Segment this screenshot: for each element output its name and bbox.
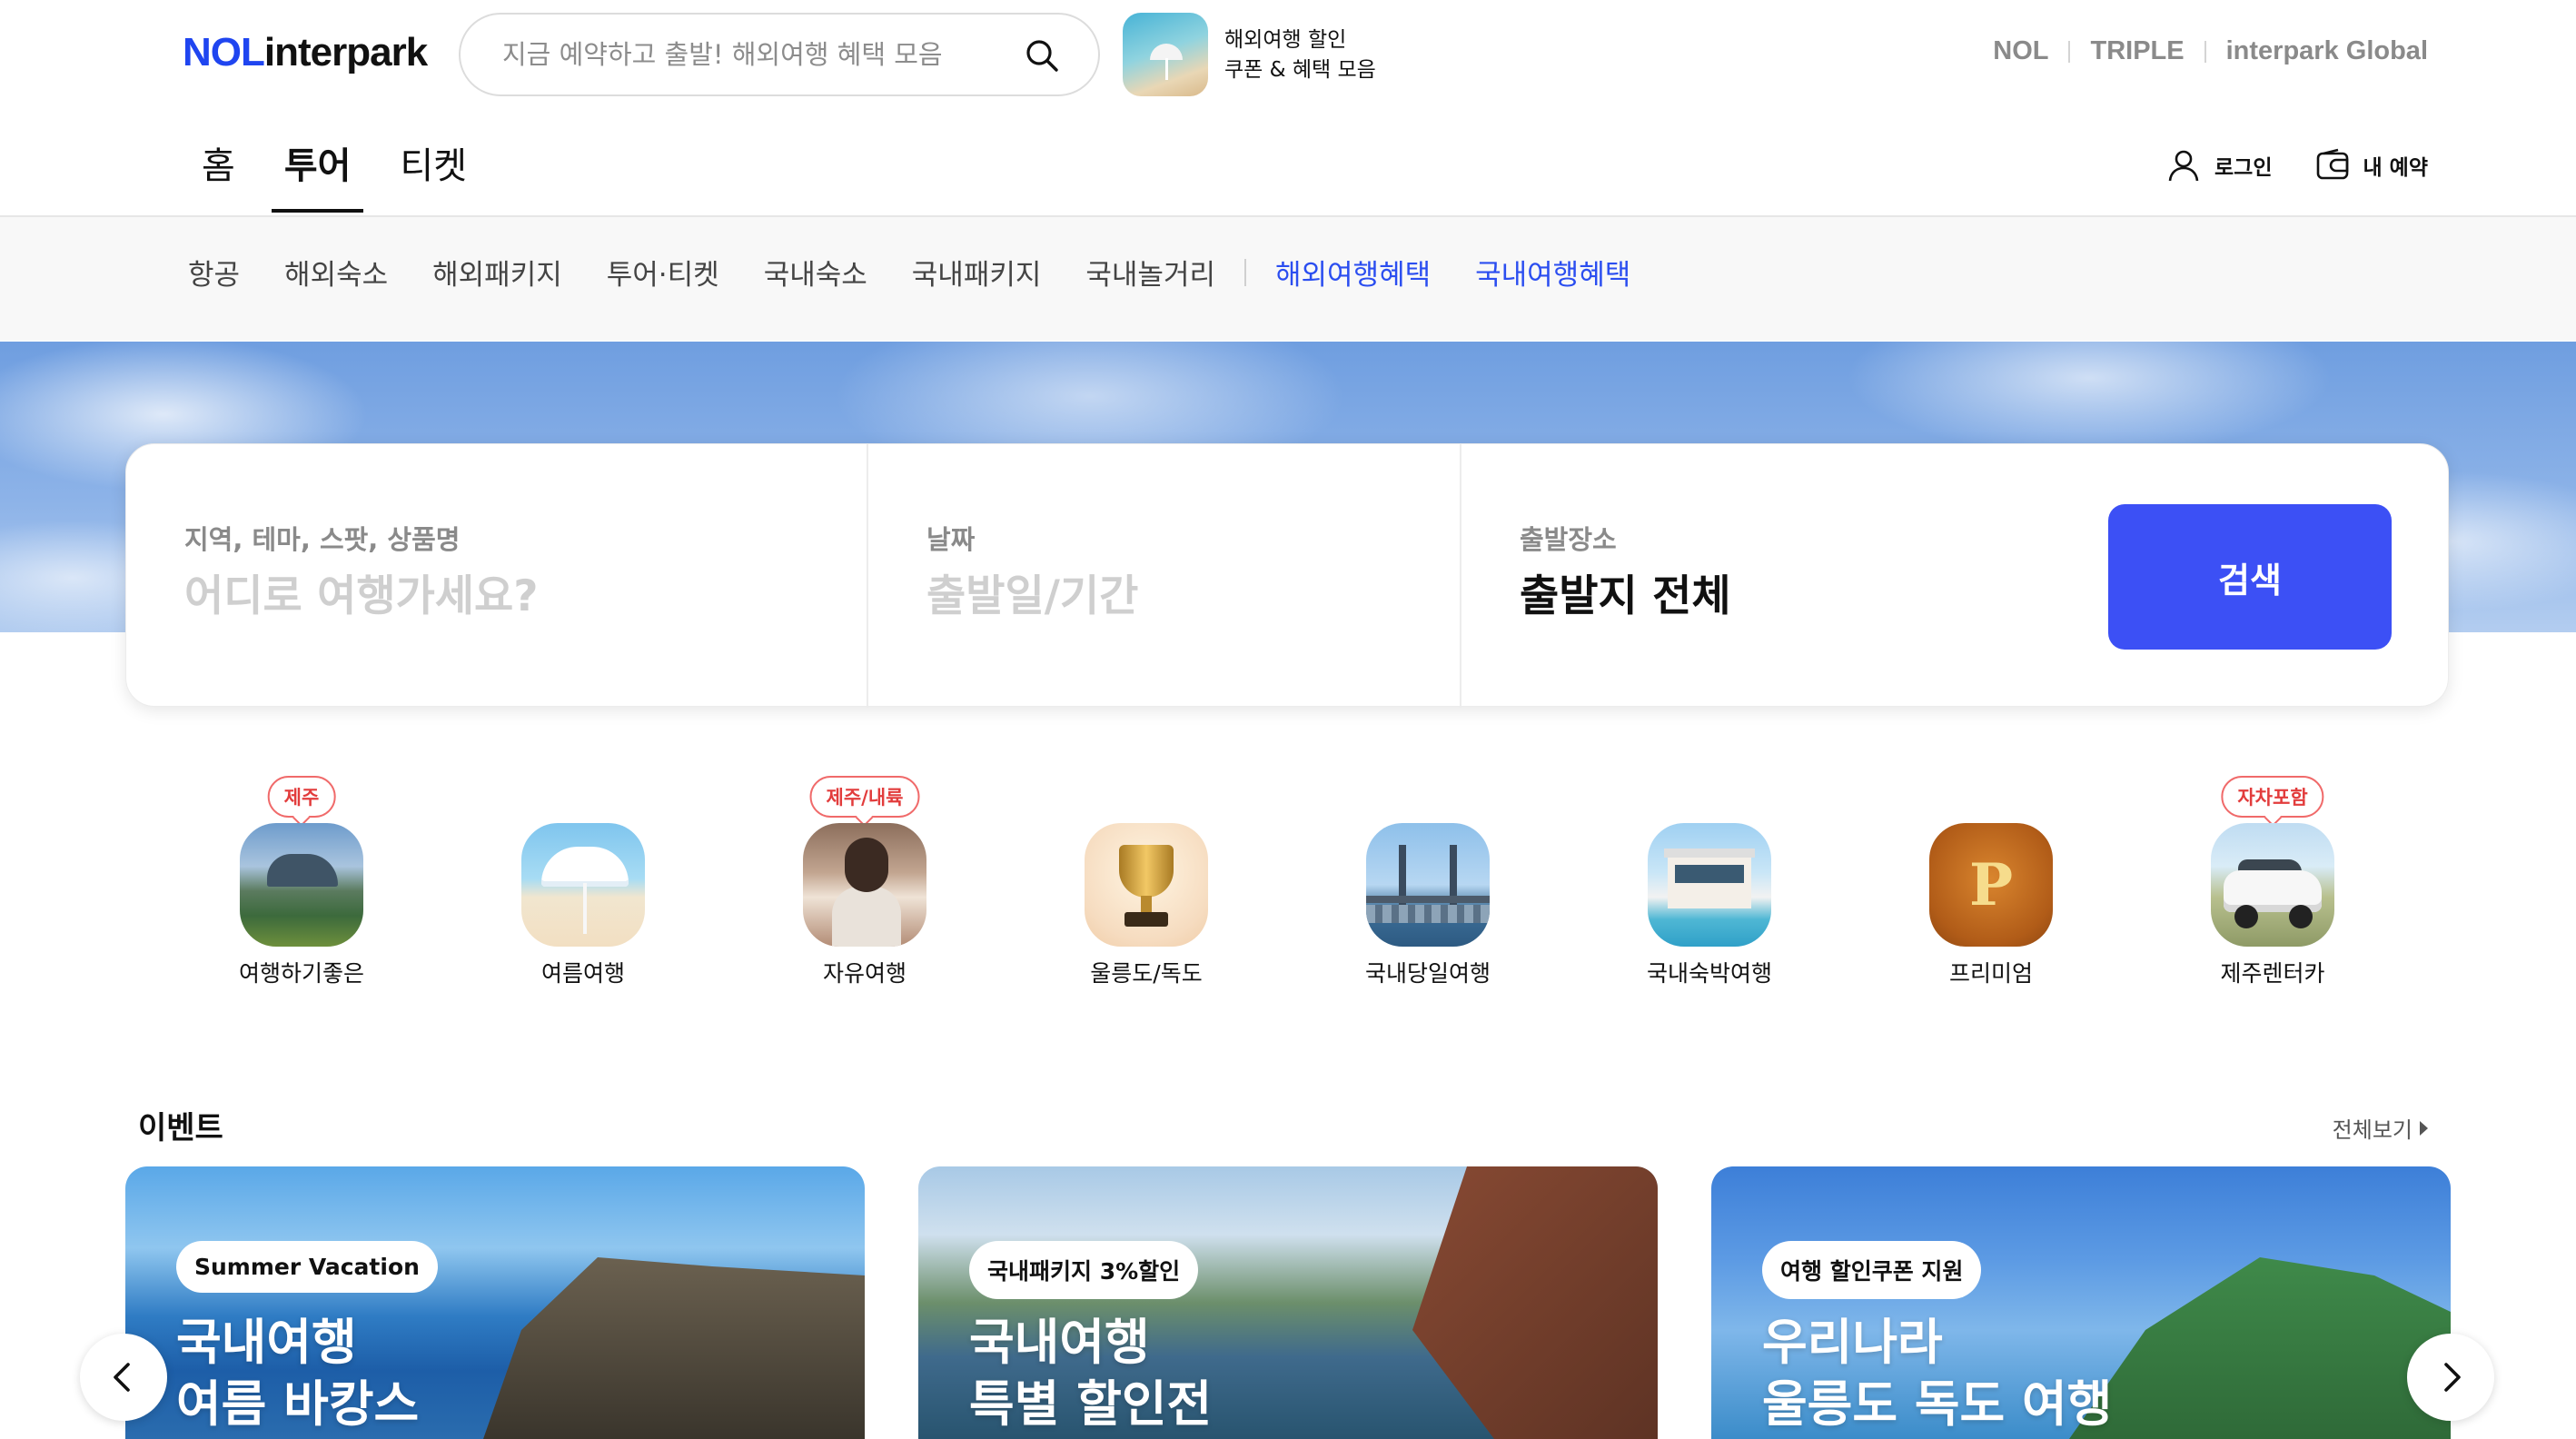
category-row: 제주 여행하기좋은 여름여행 제주/내륙 자유여행 울릉도/독도 국내당일여행 … [0, 772, 2576, 999]
rental-car-icon [2211, 823, 2334, 947]
category-label: 국내숙박여행 [1646, 960, 1772, 987]
login-button[interactable]: 로그인 [2165, 147, 2273, 184]
jeju-landscape-icon [240, 823, 363, 947]
event-chip: 여행 할인쿠폰 지원 [1762, 1241, 1982, 1299]
promo-line1: 해외여행 할인 [1224, 28, 1347, 52]
category-stay-trip[interactable]: 국내숙박여행 [1605, 772, 1814, 999]
category-badge: 자차포함 [2221, 776, 2324, 818]
event-card[interactable]: Summer Vacation 국내여행 여름 바캉스 [125, 1166, 865, 1439]
brand-link-interpark-global[interactable]: interpark Global [2226, 36, 2428, 66]
subnav-tour-ticket[interactable]: 투어·티켓 [607, 252, 719, 293]
category-label: 국내당일여행 [1364, 960, 1491, 987]
event-title: 국내여행 특별 할인전 [969, 1314, 1213, 1433]
category-premium[interactable]: P 프리미엄 [1887, 772, 2095, 999]
subnav-overseas-hotel[interactable]: 해외숙소 [284, 252, 388, 293]
brand-links: NOL TRIPLE interpark Global [1993, 36, 2428, 66]
event-card[interactable]: 국내패키지 3%할인 국내여행 특별 할인전 [918, 1166, 1658, 1439]
date-placeholder: 출발일/기간 [926, 571, 1139, 621]
event-title: 국내여행 여름 바캉스 [176, 1314, 420, 1433]
trophy-icon [1085, 823, 1208, 947]
search-icon[interactable] [1024, 37, 1060, 74]
category-label: 여행하기좋은 [238, 960, 364, 987]
villa-icon [1648, 823, 1771, 947]
subnav-domestic-activity[interactable]: 국내놀거리 [1085, 252, 1215, 293]
see-all-link[interactable]: 전체보기 [2333, 1112, 2428, 1144]
category-jeju-rentcar[interactable]: 자차포함 제주렌터카 [2168, 772, 2377, 999]
tab-tour[interactable]: 투어 [271, 136, 363, 213]
subnav-domestic-package[interactable]: 국내패키지 [912, 252, 1042, 293]
subnav-overseas-package[interactable]: 해외패키지 [432, 252, 562, 293]
global-search-input[interactable] [502, 15, 1011, 94]
premium-p-icon: P [1929, 823, 2053, 947]
category-ulleungdo[interactable]: 울릉도/독도 [1042, 772, 1251, 999]
carousel-next-button[interactable] [2407, 1334, 2494, 1421]
bridge-icon [1366, 823, 1490, 947]
sub-navigation: 항공 해외숙소 해외패키지 투어·티켓 국내숙소 국내패키지 국내놀거리 해외여… [0, 217, 2576, 341]
divider [1244, 258, 1246, 286]
traveler-icon [803, 823, 926, 947]
brand-link-triple[interactable]: TRIPLE [2090, 36, 2184, 66]
logo-nol: NOL [183, 30, 265, 74]
events-section-title: 이벤트 [138, 1110, 223, 1146]
user-links: 로그인 내 예약 [2165, 147, 2428, 184]
keyword-placeholder: 어디로 여행가세요? [184, 571, 539, 621]
event-title: 우리나라 울릉도 독도 여행 [1762, 1314, 2113, 1433]
category-day-trip[interactable]: 국내당일여행 [1323, 772, 1532, 999]
departure-label: 출발장소 [1520, 524, 1617, 555]
category-free-travel[interactable]: 제주/내륙 자유여행 [760, 772, 969, 999]
tab-home[interactable]: 홈 [202, 136, 235, 213]
tour-search-card: 지역, 테마, 스팟, 상품명 어디로 여행가세요? 날짜 출발일/기간 출발장… [125, 443, 2449, 708]
login-label: 로그인 [2214, 156, 2273, 180]
carousel-prev-button[interactable] [80, 1334, 167, 1421]
subnav-flight[interactable]: 항공 [188, 252, 240, 293]
date-field[interactable]: 날짜 출발일/기간 [867, 444, 1460, 708]
promo-banner-text[interactable]: 해외여행 할인 쿠폰 & 혜택 모음 [1224, 25, 1376, 85]
wallet-icon [2316, 148, 2348, 180]
category-badge: 제주/내륙 [809, 776, 920, 818]
event-chip: 국내패키지 3%할인 [969, 1241, 1199, 1299]
keyword-label: 지역, 테마, 스팟, 상품명 [184, 524, 461, 555]
chevron-right-icon [2444, 1363, 2461, 1392]
departure-field[interactable]: 출발장소 출발지 전체 [1460, 444, 2095, 708]
nol-interpark-logo[interactable]: NOLinterpark [183, 30, 428, 75]
promo-line2: 쿠폰 & 혜택 모음 [1224, 58, 1376, 82]
category-label: 울릉도/독도 [1090, 960, 1203, 987]
category-label: 자유여행 [822, 960, 907, 987]
category-summer[interactable]: 여름여행 [479, 772, 688, 999]
caret-right-icon [2420, 1120, 2428, 1136]
subnav-overseas-benefits[interactable]: 해외여행혜택 [1275, 252, 1431, 293]
my-booking-button[interactable]: 내 예약 [2314, 147, 2429, 184]
logo-interpark: interpark [263, 30, 428, 74]
main-tabs: 홈 투어 티켓 [202, 136, 516, 213]
chevron-left-icon [114, 1363, 130, 1392]
promo-beach-thumbnail[interactable] [1123, 13, 1208, 96]
date-label: 날짜 [926, 524, 976, 555]
beach-umbrella-icon [521, 823, 645, 947]
category-label: 프리미엄 [1948, 960, 2033, 987]
divider [2204, 40, 2206, 63]
category-recommended[interactable]: 제주 여행하기좋은 [197, 772, 406, 999]
category-label: 여름여행 [540, 960, 625, 987]
event-card[interactable]: 여행 할인쿠폰 지원 우리나라 울릉도 독도 여행 [1711, 1166, 2451, 1439]
departure-value: 출발지 전체 [1520, 571, 1731, 621]
category-badge: 제주 [267, 776, 336, 818]
tab-ticket[interactable]: 티켓 [400, 136, 467, 213]
my-booking-label: 내 예약 [2363, 156, 2429, 180]
global-search-bar[interactable] [459, 13, 1100, 96]
subnav-domestic-benefits[interactable]: 국내여행혜택 [1475, 252, 1630, 293]
divider [2068, 40, 2071, 63]
brand-link-nol[interactable]: NOL [1993, 36, 2048, 66]
event-chip: Summer Vacation [176, 1241, 438, 1293]
keyword-field[interactable]: 지역, 테마, 스팟, 상품명 어디로 여행가세요? [126, 444, 867, 708]
search-button[interactable]: 검색 [2108, 504, 2392, 650]
category-label: 제주렌터카 [2220, 960, 2325, 987]
subnav-domestic-hotel[interactable]: 국내숙소 [764, 252, 867, 293]
see-all-label: 전체보기 [2332, 1117, 2413, 1143]
user-icon [2168, 150, 2199, 182]
